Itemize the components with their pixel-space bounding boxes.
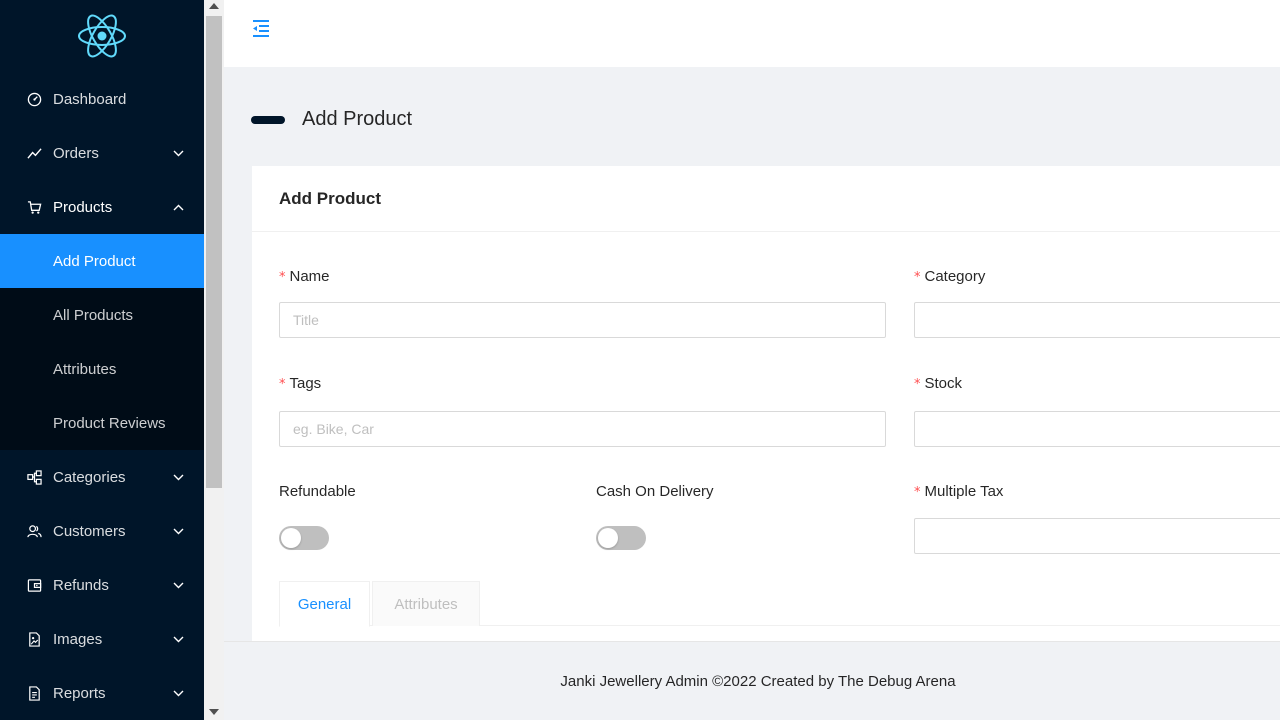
name-input[interactable] [279,302,886,338]
sidebar-item-orders[interactable]: Orders [0,126,204,180]
page-header: Add Product [251,108,412,131]
react-atom-icon [78,14,126,58]
sidebar-subitem-add-product[interactable]: Add Product [0,234,204,288]
sidebar-item-reports[interactable]: Reports [0,666,204,720]
add-product-card: Add Product *Name *Category *Tags *Stock… [252,166,1280,641]
line-chart-icon [26,145,42,161]
required-marker: * [914,377,921,392]
tab-attributes[interactable]: Attributes [372,581,480,626]
stock-input[interactable] [914,411,1280,447]
users-icon [26,523,42,539]
sidebar-item-products[interactable]: Products [0,180,204,234]
main-content: Add Product Add Product *Name *Category … [224,0,1280,720]
footer: Janki Jewellery Admin ©2022 Created by T… [224,641,1280,720]
sidebar: Dashboard Orders Products Add Product Al [0,0,204,720]
card-title: Add Product [252,166,1280,232]
sidebar-item-label: Customers [53,522,126,540]
refundable-label: Refundable [279,483,356,500]
cart-icon [26,199,42,215]
multiple-tax-label-text: Multiple Tax [924,483,1004,500]
cod-switch[interactable] [596,526,646,550]
menu-fold-icon[interactable] [250,18,274,42]
tab-general[interactable]: General [279,581,370,627]
wallet-icon [26,577,42,593]
logo[interactable] [0,0,204,72]
scroll-down-arrow-icon[interactable] [209,709,219,715]
sidebar-item-refunds[interactable]: Refunds [0,558,204,612]
sidebar-item-label: Images [53,630,103,648]
cluster-icon [26,469,42,485]
chevron-down-icon [172,687,184,699]
sidebar-item-customers[interactable]: Customers [0,504,204,558]
title-decoration [251,115,285,124]
file-image-icon [26,631,42,647]
sidebar-item-images[interactable]: Images [0,612,204,666]
sidebar-menu: Dashboard Orders Products Add Product Al [0,72,204,720]
stock-label: * Stock [914,375,962,392]
chevron-down-icon [172,525,184,537]
chevron-down-icon [172,633,184,645]
scrollbar-thumb[interactable] [206,16,222,488]
chevron-down-icon [172,579,184,591]
name-label: * Name [279,268,330,285]
category-label-text: Category [924,268,986,285]
dashboard-icon [26,91,42,107]
multiple-tax-select[interactable] [914,518,1280,554]
page-title: Add Product [302,108,413,130]
tags-label: * Tags [279,375,321,392]
sidebar-subitem-all-products[interactable]: All Products [0,288,204,342]
chevron-up-icon [172,201,184,213]
chevron-down-icon [172,147,184,159]
sidebar-item-dashboard[interactable]: Dashboard [0,72,204,126]
name-label-text: Name [289,268,330,285]
multiple-tax-label: * Multiple Tax [914,483,1003,500]
switch-knob [281,528,301,548]
sidebar-item-label: Refunds [53,576,109,594]
required-marker: * [914,485,921,500]
required-marker: * [279,270,286,285]
switch-knob [598,528,618,548]
sidebar-item-categories[interactable]: Categories [0,450,204,504]
tags-label-text: Tags [289,375,322,392]
category-label: * Category [914,268,985,285]
sidebar-subitem-attributes[interactable]: Attributes [0,342,204,396]
sidebar-scrollbar[interactable] [204,0,224,720]
sidebar-item-label: Products [53,198,113,216]
tags-input[interactable] [279,411,886,447]
scroll-up-arrow-icon[interactable] [209,3,219,9]
stock-label-text: Stock [924,375,963,392]
sidebar-item-label: Reports [53,684,106,702]
chevron-down-icon [172,471,184,483]
required-marker: * [279,377,286,392]
cod-label: Cash On Delivery [596,483,714,500]
sidebar-item-label: Categories [53,468,126,486]
top-header [224,0,1280,67]
products-submenu: Add Product All Products Attributes Prod… [0,234,204,450]
footer-text: Janki Jewellery Admin ©2022 Created by T… [560,672,956,690]
sidebar-item-label: Dashboard [53,90,127,108]
sidebar-subitem-product-reviews[interactable]: Product Reviews [0,396,204,450]
file-text-icon [26,685,42,701]
refundable-switch[interactable] [279,526,329,550]
product-tabs: General Attributes [279,581,1280,627]
required-marker: * [914,270,921,285]
category-select[interactable] [914,302,1280,338]
sidebar-item-label: Orders [53,144,99,162]
